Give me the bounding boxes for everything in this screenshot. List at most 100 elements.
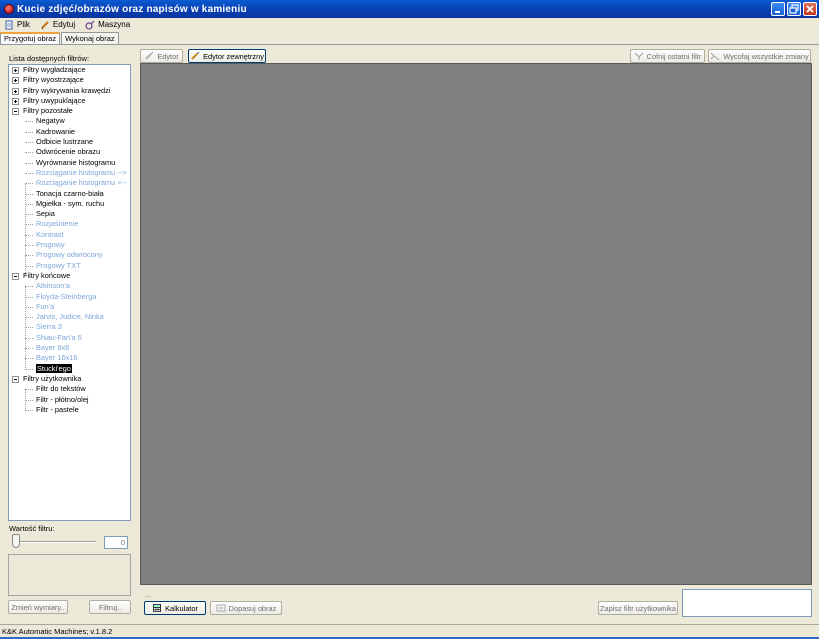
close-button[interactable] <box>803 2 817 16</box>
calculator-icon <box>153 604 162 612</box>
tree-item[interactable]: Floyda-Steinberga <box>9 292 130 302</box>
tree-item[interactable]: Kontrast <box>9 230 130 240</box>
collapse-minus-icon[interactable] <box>12 375 19 383</box>
tree-item[interactable]: Odwrócenie obrazu <box>9 147 130 157</box>
tree-connector <box>25 214 33 216</box>
tree-item[interactable]: Bayer 8x8 <box>9 343 130 353</box>
tree-item[interactable]: Bayer 16x16 <box>9 353 130 363</box>
tree-item[interactable]: Progowy <box>9 240 130 250</box>
tree-connector <box>25 399 33 401</box>
tree-item[interactable]: Tonacja czarno-biała <box>9 189 130 199</box>
filter-value-slider-thumb[interactable] <box>12 534 20 548</box>
tree-node-edge-detection[interactable]: Filtry wykrywania krawędzi <box>9 86 130 96</box>
save-user-filter-button[interactable]: Zapisz filtr użytkownika <box>598 601 678 615</box>
machine-icon <box>85 20 95 30</box>
tree-item[interactable]: Negatyw <box>9 116 130 126</box>
tree-connector <box>25 121 33 123</box>
tree-connector <box>25 409 33 411</box>
tree-connector <box>25 368 33 370</box>
undo-all-changes-button[interactable]: Wycofaj wszystkie zmiany <box>708 49 811 63</box>
minimize-button[interactable] <box>771 2 785 16</box>
tree-item[interactable]: Fun'a <box>9 302 130 312</box>
pencil-icon <box>41 20 49 29</box>
filter-tree[interactable]: Filtry wygładzające Filtry wyostrzające … <box>8 64 131 521</box>
minimize-icon <box>775 11 780 13</box>
fit-image-button-label: Dopasuj obraz <box>228 603 277 613</box>
maximize-button[interactable] <box>787 2 801 16</box>
tree-item[interactable]: Shiau-Fan'a 5 <box>9 333 130 343</box>
document-icon <box>5 20 13 29</box>
calculator-button[interactable]: Kalkulator <box>144 601 206 615</box>
tree-connector <box>25 255 33 257</box>
tree-connector <box>25 172 33 174</box>
tree-item[interactable]: Atkinson'a <box>9 281 130 291</box>
tree-connector <box>25 306 33 308</box>
tree-node-other[interactable]: Filtry pozostałe <box>9 106 130 116</box>
tree-node-smoothing[interactable]: Filtry wygładzające <box>9 65 130 75</box>
tree-item[interactable]: Rozjaśnienie <box>9 219 130 229</box>
tree-connector <box>25 317 33 319</box>
expand-plus-icon[interactable] <box>12 77 19 85</box>
menu-edit[interactable]: Edytuj <box>40 20 75 30</box>
tree-item[interactable]: Rozciąganie histogramu <-- <box>9 178 130 188</box>
tree-connector <box>25 265 33 267</box>
info-box <box>682 589 812 617</box>
external-editor-button[interactable]: Edytor zewnętrzny <box>188 49 266 63</box>
image-canvas[interactable] <box>140 63 812 585</box>
tree-item[interactable]: Progowy odwrócony <box>9 250 130 260</box>
brush-icon <box>191 51 200 60</box>
tree-item-selected[interactable]: Stucki'ego <box>9 363 130 374</box>
tree-connector <box>25 131 33 133</box>
tree-item[interactable]: Jarvis, Judice, Ninka <box>9 312 130 322</box>
tree-item[interactable]: Filtr do tekstów <box>9 384 130 394</box>
collapse-minus-icon[interactable] <box>12 108 19 116</box>
expand-plus-icon[interactable] <box>12 67 19 74</box>
filter-value-input[interactable]: 0 <box>104 536 128 549</box>
tree-item[interactable]: Mgiełka - sym. ruchu <box>9 199 130 209</box>
window-title: Kucie zdjęć/obrazów oraz napisów w kamie… <box>17 3 247 15</box>
close-icon <box>806 5 814 13</box>
menu-bar: Plik Edytuj Maszyna <box>0 18 819 31</box>
menu-machine[interactable]: Maszyna <box>85 20 130 30</box>
expand-plus-icon[interactable] <box>12 97 19 105</box>
tree-connector <box>25 286 33 288</box>
expand-plus-icon[interactable] <box>12 87 19 95</box>
tab-execute-image[interactable]: Wykonaj obraz <box>61 32 119 44</box>
filter-value-slider-track[interactable] <box>12 541 96 543</box>
tree-connector <box>25 348 33 350</box>
tree-item[interactable]: Wyrównanie histogramu <box>9 158 130 168</box>
resize-button[interactable]: Zmień wymiary.. <box>8 600 68 614</box>
tree-item[interactable]: Odbicie lustrzane <box>9 137 130 147</box>
menu-file[interactable]: Plik <box>4 20 30 30</box>
fit-image-button[interactable]: Dopasuj obraz <box>210 601 282 615</box>
tree-item[interactable]: Filtr - pastele <box>9 405 130 415</box>
title-bar[interactable]: Kucie zdjęć/obrazów oraz napisów w kamie… <box>0 0 819 18</box>
tree-connector <box>25 337 33 339</box>
tree-item[interactable]: Sepia <box>9 209 130 219</box>
calculator-button-label: Kalkulator <box>165 603 198 613</box>
tree-item[interactable]: Sierra 3 <box>9 322 130 332</box>
restore-icon <box>789 4 799 14</box>
tree-node-user[interactable]: Filtry użytkownika <box>9 374 130 384</box>
editor-button-label: Edytor <box>157 51 179 61</box>
tree-item[interactable]: Filtr - płótno/olej <box>9 395 130 405</box>
tab-prepare-image[interactable]: Przygotuj obraz <box>0 32 61 44</box>
tree-connector <box>25 193 33 195</box>
tree-node-final[interactable]: Filtry końcowe <box>9 271 130 281</box>
tree-connector <box>25 183 33 185</box>
undo-last-filter-button[interactable]: Cofnij ostatni filtr <box>630 49 705 63</box>
window-controls <box>771 2 817 16</box>
fit-image-icon <box>216 604 226 612</box>
editor-button[interactable]: Edytor <box>140 49 183 63</box>
tree-connector <box>25 389 33 391</box>
tree-item[interactable]: Progowy TXT <box>9 261 130 271</box>
collapse-minus-icon[interactable] <box>12 272 19 280</box>
tree-node-emboss[interactable]: Filtry uwypuklające <box>9 96 130 106</box>
tree-item[interactable]: Rozciąganie histogramu --> <box>9 168 130 178</box>
tree-item[interactable]: Kadrowanie <box>9 127 130 137</box>
status-bar: K&K Automatic Machines; v.1.8.2 <box>0 624 819 639</box>
tree-node-sharpening[interactable]: Filtry wyostrzające <box>9 75 130 85</box>
filter-preview-box <box>8 554 131 596</box>
filter-button[interactable]: Filtruj.. <box>89 600 131 614</box>
tree-connector <box>25 203 33 205</box>
